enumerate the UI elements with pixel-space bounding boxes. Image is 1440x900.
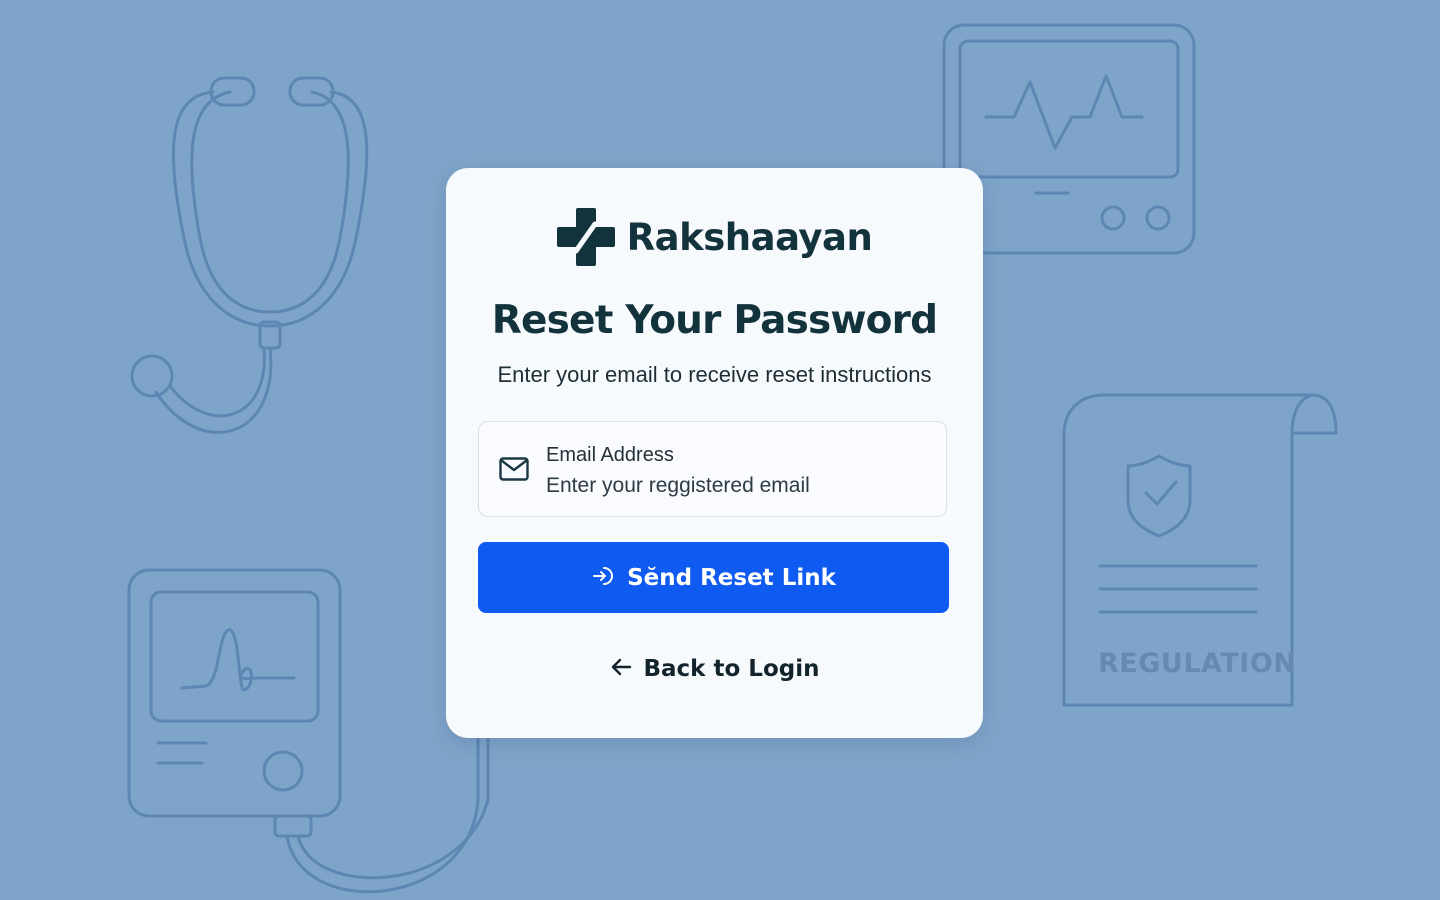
brand-name: Rakshaayan [626, 215, 873, 259]
send-reset-link-label: Sĕnd Reset Link [627, 564, 836, 591]
email-field-label: Email Address [546, 444, 674, 466]
page-title: Reset Your Password [491, 298, 938, 343]
page-subtitle: Enter your email to receive reset instru… [497, 362, 932, 387]
brand: Rakshaayan [446, 208, 983, 266]
email-field[interactable]: Email Address [478, 421, 947, 517]
login-arrow-icon [591, 564, 615, 591]
signature-device-icon [127, 568, 490, 894]
regulation-label: REGULATION [1098, 648, 1297, 679]
medical-cross-icon [556, 208, 615, 266]
mail-icon [499, 457, 529, 486]
reset-password-card: Rakshaayan Reset Your Password Enter you… [446, 168, 983, 738]
stethoscope-icon [130, 76, 369, 434]
send-reset-link-button[interactable]: Sĕnd Reset Link [478, 542, 949, 613]
back-to-login-link[interactable]: Back to Login [446, 656, 983, 682]
email-input[interactable] [546, 474, 926, 498]
arrow-left-icon [610, 657, 632, 682]
back-to-login-label: Back to Login [643, 656, 820, 682]
